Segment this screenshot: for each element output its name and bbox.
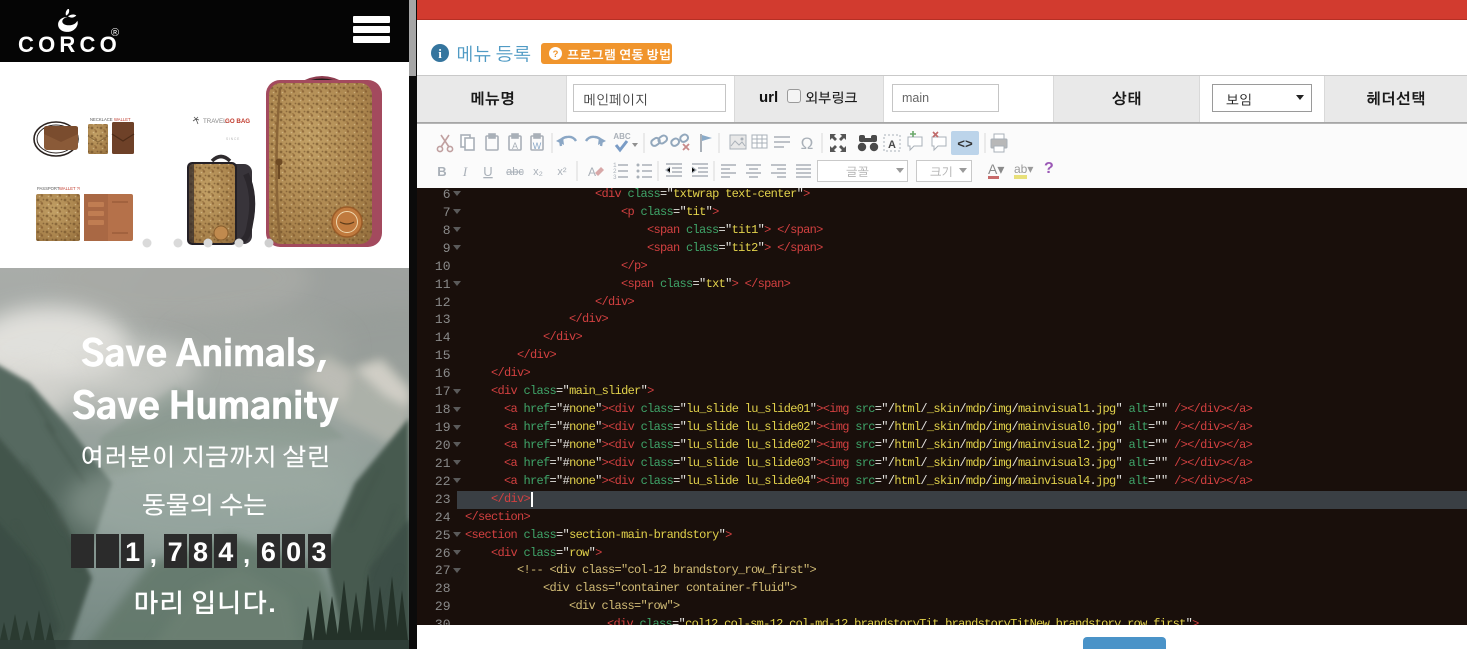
svg-text:A: A — [512, 141, 518, 151]
svg-text:TRAVEL: TRAVEL — [203, 118, 227, 125]
svg-text:x²: x² — [557, 166, 567, 178]
svg-text:GO BAG: GO BAG — [225, 118, 250, 125]
svg-text:abc: abc — [506, 166, 524, 178]
svg-text:WALLET: WALLET — [114, 117, 131, 122]
svg-text:WALLET ?!: WALLET ?! — [59, 186, 80, 191]
svg-text:i: i — [438, 46, 442, 61]
svg-text:S I N C E: S I N C E — [226, 137, 239, 141]
svg-text:U: U — [483, 164, 492, 179]
svg-text:PASSPORT: PASSPORT — [37, 186, 60, 191]
svg-text:W: W — [533, 141, 542, 151]
svg-text:Ω: Ω — [801, 134, 814, 153]
svg-text:A: A — [888, 139, 896, 151]
svg-text:B: B — [437, 164, 446, 179]
svg-text:x₂: x₂ — [533, 166, 543, 178]
svg-text:3: 3 — [613, 174, 617, 181]
svg-text:NECKLACE: NECKLACE — [90, 117, 113, 122]
svg-text:<>: <> — [957, 137, 973, 152]
svg-text:I: I — [462, 164, 468, 179]
svg-text:A: A — [588, 165, 596, 179]
svg-text:?: ? — [553, 49, 559, 60]
svg-text:ABC: ABC — [613, 132, 631, 141]
